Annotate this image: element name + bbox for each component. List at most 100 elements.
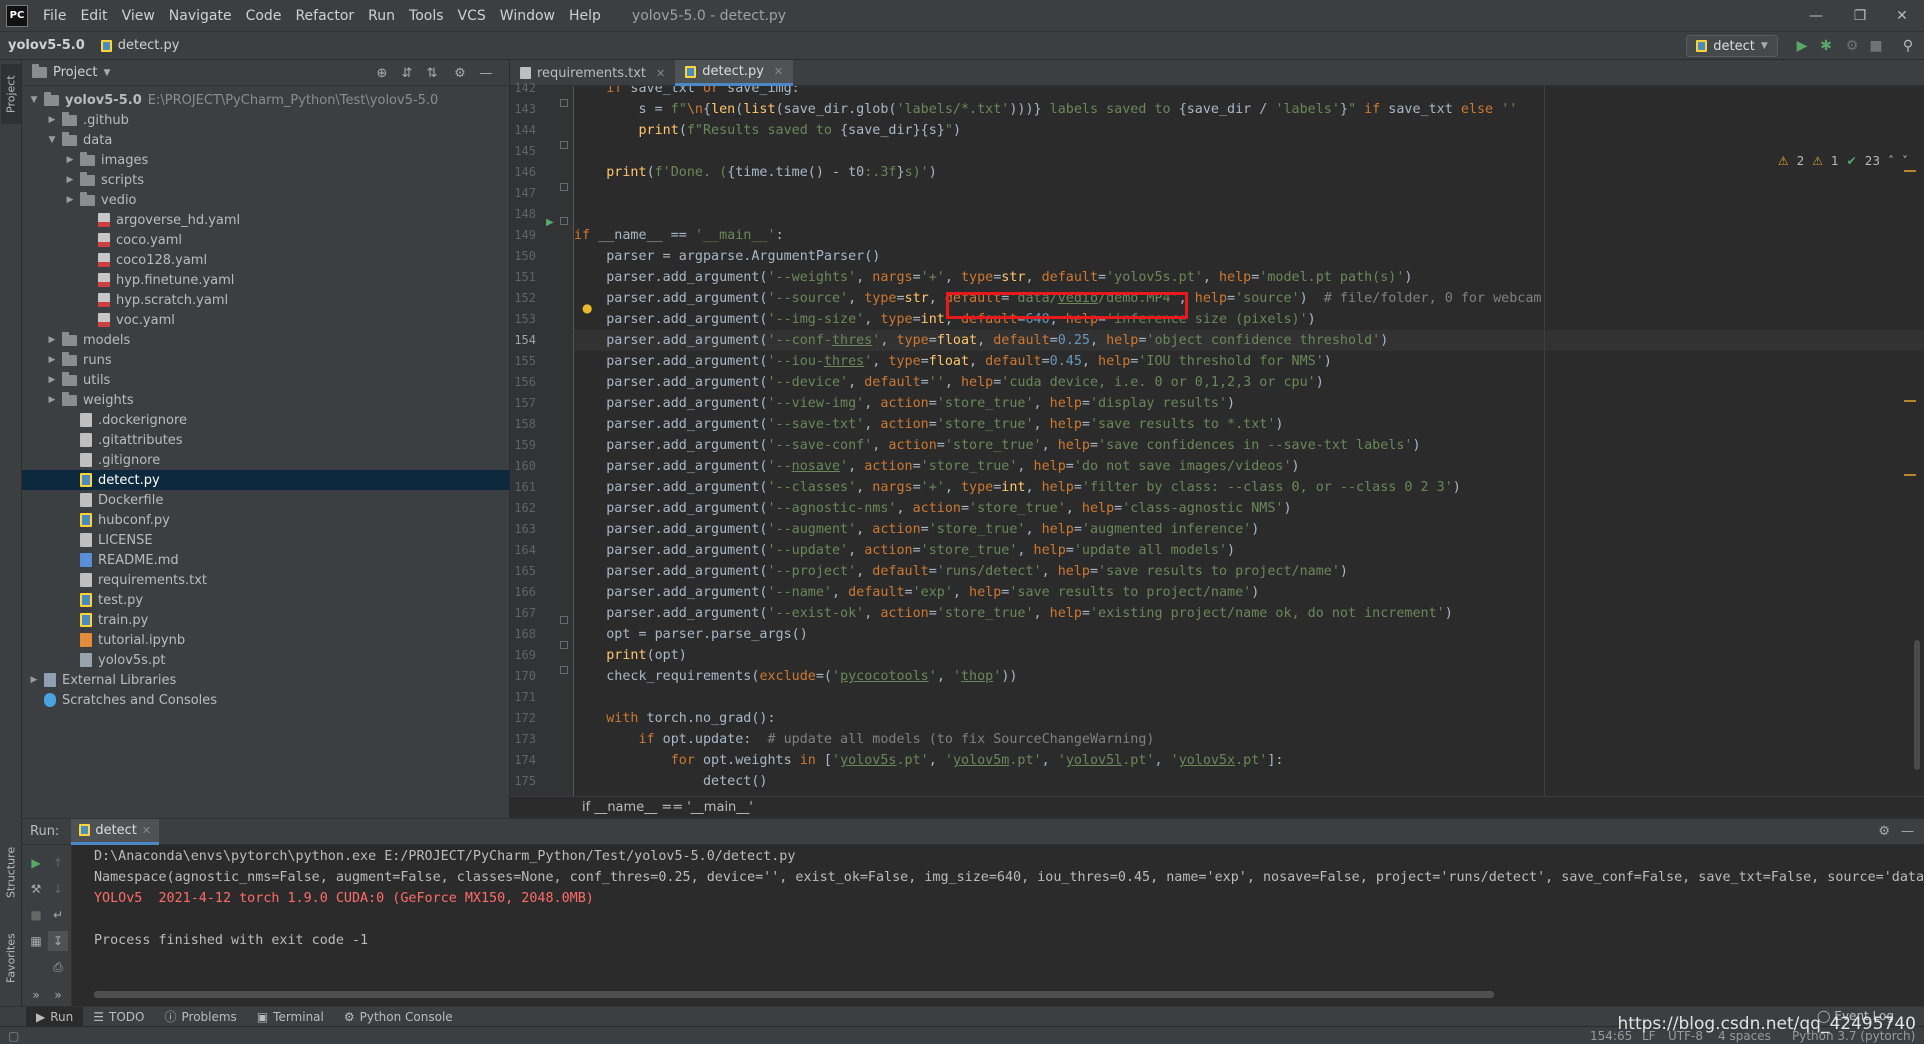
rerun-icon[interactable]: ▶ [26, 853, 46, 873]
expand-all-icon[interactable]: ⇵ [397, 63, 417, 83]
code-line[interactable]: parser.add_argument('--exist-ok', action… [574, 603, 1924, 624]
tree-item[interactable]: coco.yaml [22, 230, 510, 250]
code-breadcrumb[interactable]: if __name__ == '__main__' [582, 800, 753, 815]
code-line[interactable] [574, 183, 1924, 204]
hide-panel-icon[interactable]: — [1901, 824, 1914, 839]
minimize-icon[interactable]: — [1796, 0, 1836, 32]
fold-icon[interactable] [560, 141, 568, 149]
menu-vcs[interactable]: VCS [451, 8, 493, 24]
layout-icon[interactable]: ▦ [26, 931, 46, 951]
tree-item[interactable]: tutorial.ipynb [22, 630, 510, 650]
run-configuration-select[interactable]: detect ▼ [1686, 35, 1778, 57]
breadcrumb-project[interactable]: yolov5-5.0 [0, 38, 93, 53]
code-line[interactable]: with torch.no_grad(): [574, 708, 1924, 729]
wrench-icon[interactable]: ⚒ [26, 879, 46, 899]
close-tab-icon[interactable]: ✕ [142, 824, 151, 837]
close-tab-icon[interactable]: ✕ [656, 67, 665, 80]
tree-item[interactable]: detect.py [22, 470, 510, 490]
tool-tab-python-console[interactable]: ⚙ Python Console [334, 1010, 463, 1024]
tree-item[interactable]: ▶ images [22, 150, 510, 170]
code-line[interactable]: parser = argparse.ArgumentParser() [574, 246, 1924, 267]
tree-item[interactable]: hyp.scratch.yaml [22, 290, 510, 310]
tree-item[interactable]: ▶ scripts [22, 170, 510, 190]
collapse-all-icon[interactable]: ⇅ [422, 63, 442, 83]
code-line[interactable]: parser.add_argument('--project', default… [574, 561, 1924, 582]
tree-item[interactable]: ▶ vedio [22, 190, 510, 210]
console-horizontal-scrollbar[interactable] [94, 991, 1494, 998]
code-line[interactable]: opt = parser.parse_args() [574, 624, 1924, 645]
tree-item[interactable]: train.py [22, 610, 510, 630]
chevron-down-icon[interactable]: ▼ [28, 95, 40, 105]
code-line[interactable]: parser.add_argument('--update', action='… [574, 540, 1924, 561]
code-line[interactable]: parser.add_argument('--save-txt', action… [574, 414, 1924, 435]
menu-window[interactable]: Window [493, 8, 562, 24]
stop-icon[interactable]: ■ [26, 905, 46, 925]
tree-item[interactable]: LICENSE [22, 530, 510, 550]
error-stripe-mark[interactable] [1904, 400, 1916, 402]
menu-navigate[interactable]: Navigate [162, 8, 239, 24]
tree-item[interactable]: .gitattributes [22, 430, 510, 450]
fold-icon[interactable] [560, 99, 568, 107]
code-line[interactable]: parser.add_argument('--img-size', type=i… [574, 309, 1924, 330]
tab-detect-py[interactable]: detect.py ✕ [675, 60, 794, 86]
locate-icon[interactable]: ⊕ [372, 63, 392, 83]
menu-refactor[interactable]: Refactor [288, 8, 361, 24]
tree-item[interactable]: ▶ External Libraries [22, 670, 510, 690]
code-line[interactable]: parser.add_argument('--save-conf', actio… [574, 435, 1924, 456]
print-icon[interactable]: ⎙ [48, 957, 68, 977]
chevron-right-icon[interactable]: ▶ [64, 195, 76, 205]
tab-project-tool[interactable]: Project [1, 64, 21, 124]
tree-item[interactable]: hubconf.py [22, 510, 510, 530]
code-line[interactable]: for opt.weights in ['yolov5s.pt', 'yolov… [574, 750, 1924, 771]
tree-item[interactable]: Dockerfile [22, 490, 510, 510]
tool-tab-todo[interactable]: ☰ TODO [83, 1010, 154, 1024]
stop-icon[interactable]: ■ [1866, 36, 1886, 56]
code-line[interactable]: parser.add_argument('--augment', action=… [574, 519, 1924, 540]
tree-item[interactable]: ▼ yolov5-5.0 E:\PROJECT\PyCharm_Python\Tes… [22, 90, 510, 110]
code-line[interactable]: check_requirements(exclude=('pycocotools… [574, 666, 1924, 687]
tree-item[interactable]: ▼ data [22, 130, 510, 150]
code-line[interactable]: parser.add_argument('--view-img', action… [574, 393, 1924, 414]
code-line[interactable] [574, 687, 1924, 708]
tree-item[interactable]: argoverse_hd.yaml [22, 210, 510, 230]
menu-tools[interactable]: Tools [402, 8, 451, 24]
chevron-right-icon[interactable]: ▶ [46, 355, 58, 365]
tool-tab-problems[interactable]: ⓘ Problems [154, 1008, 246, 1025]
tree-item[interactable]: coco128.yaml [22, 250, 510, 270]
chevron-right-icon[interactable]: ▶ [64, 175, 76, 185]
gear-icon[interactable]: ⚙ [1878, 824, 1890, 839]
error-stripe-mark[interactable] [1904, 474, 1916, 476]
restore-icon[interactable]: ❐ [1840, 0, 1880, 32]
coverage-icon[interactable]: ⚙ [1842, 36, 1862, 56]
tab-run-detect[interactable]: detect ✕ [71, 818, 160, 845]
code-line[interactable]: if save_txt or save_img: [574, 86, 1924, 99]
code-line[interactable]: parser.add_argument('--name', default='e… [574, 582, 1924, 603]
fold-icon[interactable] [560, 183, 568, 191]
chevron-right-icon[interactable]: ▶ [28, 675, 40, 685]
menu-help[interactable]: Help [562, 8, 608, 24]
menu-view[interactable]: View [115, 8, 162, 24]
chevron-right-icon[interactable]: ▶ [46, 115, 58, 125]
run-icon[interactable]: ▶ [1792, 36, 1812, 56]
tree-item[interactable]: test.py [22, 590, 510, 610]
fold-icon[interactable] [560, 641, 568, 649]
tree-item[interactable]: ▶ .github [22, 110, 510, 130]
menu-edit[interactable]: Edit [73, 8, 114, 24]
close-window-icon[interactable]: ✕ [1882, 0, 1922, 32]
code-line[interactable]: print(opt) [574, 645, 1924, 666]
more-icon[interactable]: » [26, 985, 46, 1005]
run-gutter-icon[interactable]: ▶ [546, 217, 554, 228]
fold-icon[interactable] [560, 217, 568, 225]
code-line[interactable]: parser.add_argument('--device', default=… [574, 372, 1924, 393]
tree-item[interactable]: yolov5s.pt [22, 650, 510, 670]
console-output[interactable]: D:\Anaconda\envs\pytorch\python.exe E:/P… [72, 845, 1924, 1007]
tree-item[interactable]: voc.yaml [22, 310, 510, 330]
chevron-right-icon[interactable]: ▶ [64, 155, 76, 165]
chevron-down-icon[interactable]: ˅ [1902, 154, 1908, 168]
code-line[interactable] [574, 204, 1924, 225]
code-line[interactable]: if opt.update: # update all models (to f… [574, 729, 1924, 750]
code-line[interactable]: parser.add_argument('--source', type=str… [574, 288, 1924, 309]
tree-item[interactable]: requirements.txt [22, 570, 510, 590]
hide-panel-icon[interactable]: — [476, 63, 496, 83]
code-line[interactable]: parser.add_argument('--classes', nargs='… [574, 477, 1924, 498]
